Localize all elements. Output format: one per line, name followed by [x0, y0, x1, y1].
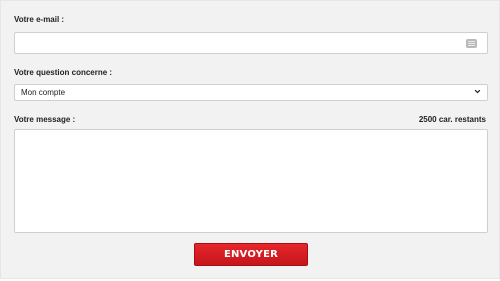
email-label: Votre e-mail :: [14, 15, 65, 24]
message-label: Votre message :: [14, 115, 76, 124]
chevron-down-icon: [474, 89, 481, 94]
question-select[interactable]: Mon compte: [14, 84, 488, 101]
question-label: Votre question concerne :: [14, 68, 113, 77]
send-button[interactable]: ENVOYER: [194, 243, 308, 266]
email-field[interactable]: [14, 32, 488, 54]
contact-form-panel: Votre e-mail : Votre question concerne :…: [0, 0, 500, 279]
message-textarea[interactable]: [14, 129, 488, 233]
characters-remaining-counter: 2500 car. restants: [418, 115, 486, 124]
question-selected-value: Mon compte: [21, 88, 66, 97]
keyboard-icon[interactable]: [466, 39, 477, 48]
